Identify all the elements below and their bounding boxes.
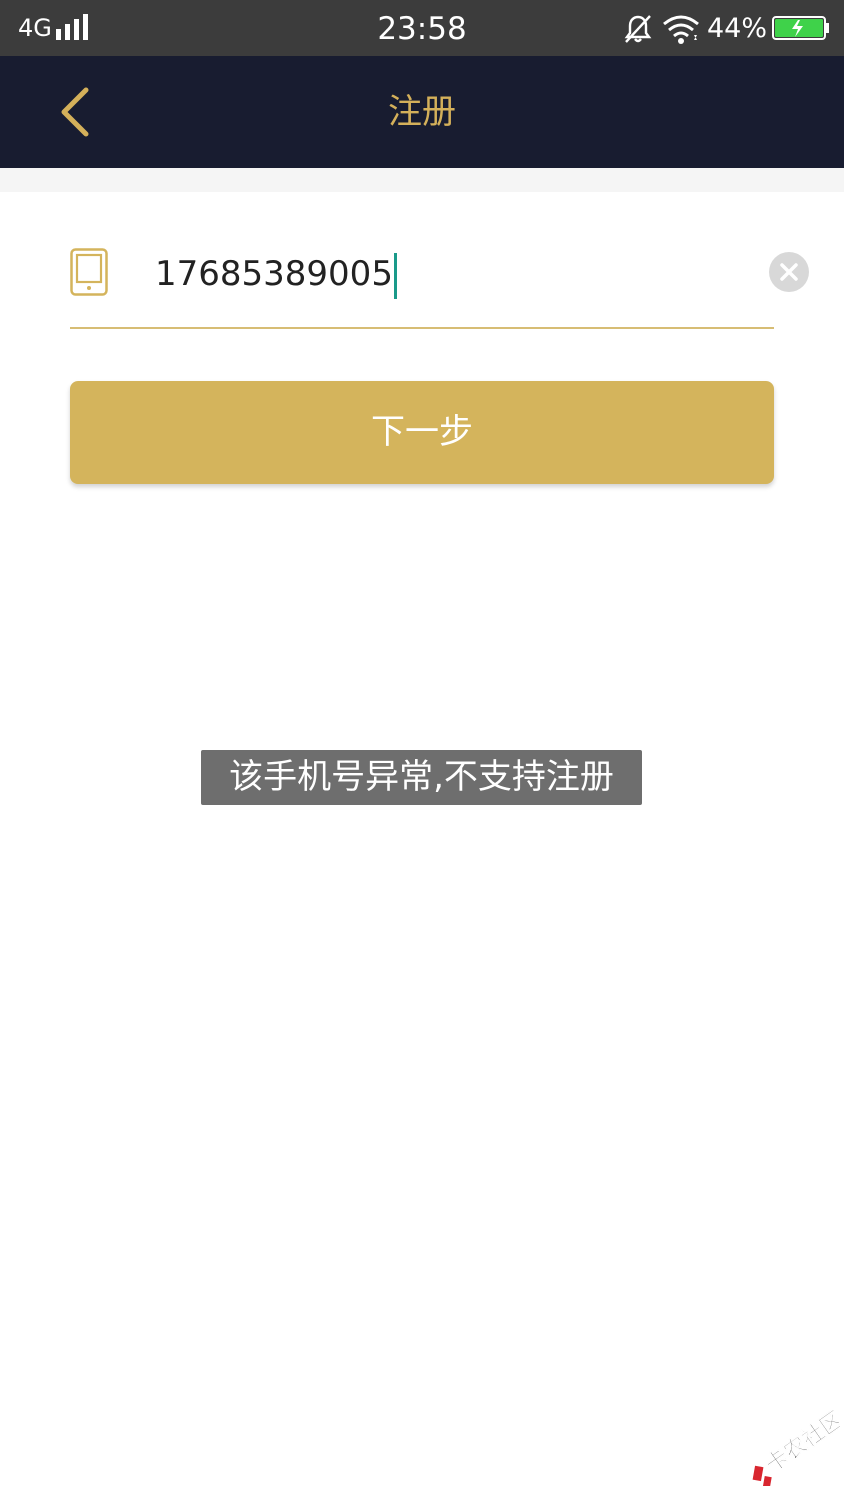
phone-number-field[interactable]: 17685389005 — [155, 250, 397, 299]
wifi-icon — [663, 15, 699, 44]
input-underline — [70, 327, 774, 329]
watermark-logo: 卡农社区 — [752, 1410, 840, 1486]
text-caret — [393, 252, 397, 299]
next-step-button[interactable]: 下一步 — [70, 381, 774, 484]
bell-muted-icon — [624, 15, 652, 43]
status-bar: 4G 23:58 44% — [0, 0, 844, 56]
nav-bar: 注册 — [0, 56, 844, 168]
battery-percent: 44% — [707, 13, 768, 44]
phone-number-value: 17685389005 — [155, 254, 393, 294]
clear-circle-icon[interactable] — [768, 251, 810, 293]
section-divider — [0, 168, 844, 192]
page-title: 注册 — [388, 92, 456, 132]
mobile-phone-icon — [70, 248, 108, 296]
watermark-text: 卡农社区 — [761, 1410, 840, 1478]
battery-charging-icon — [772, 16, 829, 40]
error-toast: 该手机号异常,不支持注册 — [201, 750, 642, 805]
